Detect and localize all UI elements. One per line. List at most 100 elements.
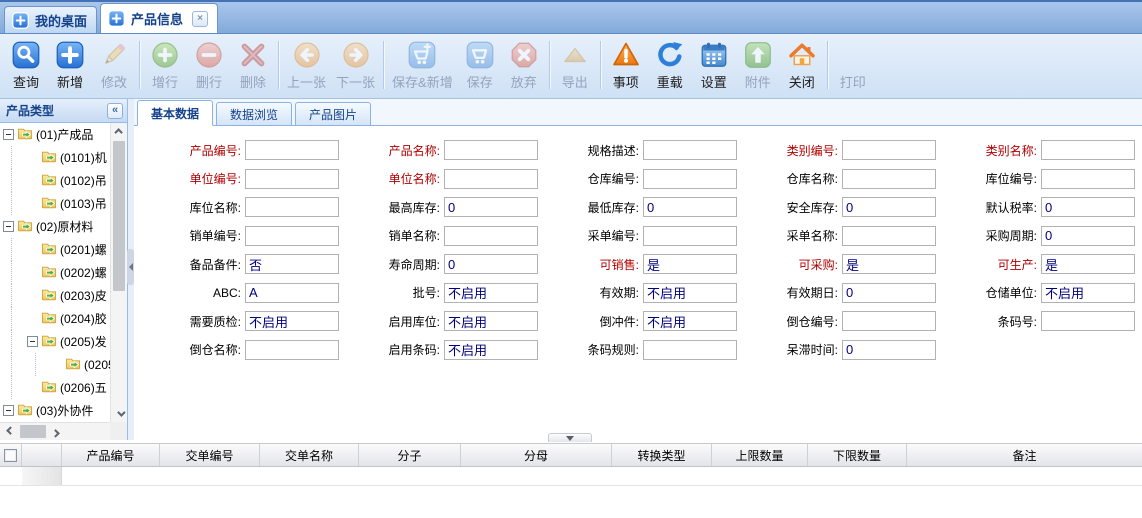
column-header[interactable]: 交单名称 [260, 444, 359, 466]
tree-node[interactable]: (0103)吊 [0, 192, 110, 215]
batch-no-input[interactable] [444, 283, 538, 303]
enable-barcode-input[interactable] [444, 340, 538, 360]
column-header[interactable]: 转换类型 [612, 444, 712, 466]
toolbar-button-label: 导出 [562, 72, 588, 91]
tab-data-browse[interactable]: 数据浏览 [216, 102, 292, 125]
tree-collapse-icon[interactable] [3, 129, 14, 140]
window-tab-product-info[interactable]: 产品信息× [100, 3, 218, 33]
query-button[interactable]: 查询 [4, 38, 48, 94]
toolbar-button-label: 设置 [701, 72, 727, 91]
tree-node[interactable]: (0201)螺 [0, 238, 110, 261]
column-header[interactable]: 下限数量 [808, 444, 907, 466]
tab-basic-data[interactable]: 基本数据 [137, 100, 213, 126]
tree-collapse-icon[interactable] [3, 221, 14, 232]
category-name-input[interactable] [1041, 140, 1135, 160]
life-cycle-input[interactable] [444, 254, 538, 274]
reload-button[interactable]: 重载 [648, 38, 692, 94]
sidebar-collapse-button[interactable]: « [107, 103, 123, 119]
column-header[interactable]: 分子 [359, 444, 461, 466]
tree-node[interactable]: (0205)发 [0, 330, 110, 353]
matters-button[interactable]: 事项 [604, 38, 648, 94]
horizontal-scroll-thumb[interactable] [20, 425, 46, 438]
spare-parts-input[interactable] [245, 254, 339, 274]
barcode-no-input[interactable] [1041, 311, 1135, 331]
table-row[interactable] [0, 467, 1142, 486]
tree-node[interactable]: (01)产成品 [0, 123, 110, 146]
spec-desc-input[interactable] [643, 140, 737, 160]
default-tax-rate-label: 默认税率: [936, 199, 1041, 216]
scroll-down-icon[interactable] [111, 406, 128, 422]
producible-input[interactable] [1041, 254, 1135, 274]
location-name-input[interactable] [245, 197, 339, 217]
reverse-warehouse-code-input[interactable] [842, 311, 936, 331]
delete-button: 删除 [231, 38, 275, 94]
unit-code-input[interactable] [245, 169, 339, 189]
tree-node[interactable]: (0202)螺 [0, 261, 110, 284]
default-tax-rate-input[interactable] [1041, 197, 1135, 217]
sellable-input[interactable] [643, 254, 737, 274]
tree-node[interactable]: (0205 [0, 353, 110, 376]
safe-stock-input[interactable] [842, 197, 936, 217]
form-field-storage-unit: 仓储单位: [936, 283, 1135, 303]
splitter-collapse-handle[interactable] [127, 249, 134, 285]
column-header[interactable]: 备注 [907, 444, 1142, 466]
tree-indent-guide [11, 261, 27, 284]
tree-vertical-scrollbar[interactable] [110, 123, 127, 422]
purchasable-input[interactable] [842, 254, 936, 274]
enable-location-input[interactable] [444, 311, 538, 331]
backflush-item-input[interactable] [643, 311, 737, 331]
barcode-rule-input[interactable] [643, 340, 737, 360]
bottom-splitter-handle[interactable] [548, 433, 592, 442]
validity-input[interactable] [643, 283, 737, 303]
select-all-checkbox[interactable] [4, 449, 17, 462]
reverse-warehouse-name-input[interactable] [245, 340, 339, 360]
scroll-right-icon[interactable] [48, 423, 66, 440]
settings-button[interactable]: 设置 [692, 38, 736, 94]
max-stock-input[interactable] [444, 197, 538, 217]
tree-node[interactable]: (0204)胶 [0, 307, 110, 330]
scroll-up-icon[interactable] [111, 123, 128, 139]
product-code-input[interactable] [245, 140, 339, 160]
tree-node[interactable]: (0206)五 [0, 376, 110, 399]
form-field-life-cycle: 寿命周期: [339, 254, 538, 274]
location-code-input[interactable] [1041, 169, 1135, 189]
tree-collapse-icon[interactable] [3, 405, 14, 416]
save-add-icon [407, 40, 437, 70]
sales-doc-name-input[interactable] [444, 226, 538, 246]
product-name-input[interactable] [444, 140, 538, 160]
storage-unit-input[interactable] [1041, 283, 1135, 303]
need-qc-input[interactable] [245, 311, 339, 331]
idle-time-input[interactable] [842, 340, 936, 360]
column-header[interactable]: 分母 [461, 444, 612, 466]
vertical-scroll-thumb[interactable] [113, 141, 125, 291]
warehouse-code-input[interactable] [643, 169, 737, 189]
category-code-input[interactable] [842, 140, 936, 160]
unit-name-input[interactable] [444, 169, 538, 189]
column-header[interactable]: 产品编号 [62, 444, 160, 466]
column-header[interactable]: 上限数量 [712, 444, 808, 466]
tab-product-pictures[interactable]: 产品图片 [295, 102, 371, 125]
sales-doc-code-input[interactable] [245, 226, 339, 246]
row-select-cell[interactable] [0, 467, 22, 485]
column-header[interactable]: 交单编号 [160, 444, 260, 466]
purchase-doc-code-input[interactable] [643, 226, 737, 246]
tree-collapse-icon[interactable] [27, 336, 38, 347]
window-tab-bar: 我的桌面产品信息× [0, 0, 1142, 34]
add-new-button[interactable]: 新增 [48, 38, 92, 94]
tree-node[interactable]: (0101)机 [0, 146, 110, 169]
min-stock-input[interactable] [643, 197, 737, 217]
close-button[interactable]: 关闭 [780, 38, 824, 94]
warehouse-name-input[interactable] [842, 169, 936, 189]
scroll-left-icon[interactable] [0, 423, 18, 440]
tree-node[interactable]: (03)外协件 [0, 399, 110, 422]
window-tab-my-desktop[interactable]: 我的桌面 [4, 6, 97, 33]
abc-input[interactable] [245, 283, 339, 303]
tree-horizontal-scrollbar[interactable] [0, 422, 111, 440]
validity-days-input[interactable] [842, 283, 936, 303]
tree-node[interactable]: (02)原材料 [0, 215, 110, 238]
purchase-doc-name-input[interactable] [842, 226, 936, 246]
tree-node[interactable]: (0102)吊 [0, 169, 110, 192]
tab-close-icon[interactable]: × [192, 11, 208, 27]
purchase-cycle-input[interactable] [1041, 226, 1135, 246]
tree-node[interactable]: (0203)皮 [0, 284, 110, 307]
